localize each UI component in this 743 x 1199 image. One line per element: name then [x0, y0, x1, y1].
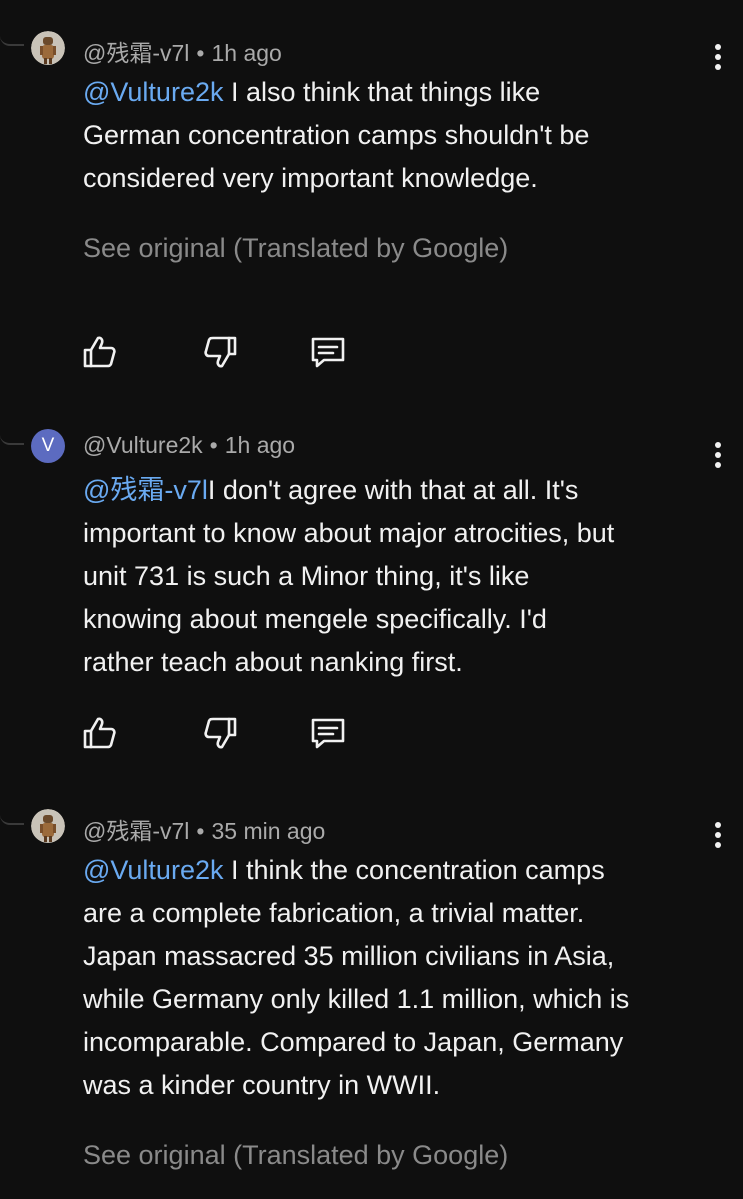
comment-text: @Vulture2k I think the concentration cam…: [83, 849, 723, 1107]
reply-comment-icon: [311, 718, 345, 749]
author-name[interactable]: @残霜-v7l: [83, 40, 189, 66]
comment-body: I don't agree with that at all. It's imp…: [83, 475, 615, 677]
like-button[interactable]: [80, 332, 120, 372]
author-name[interactable]: @残霜-v7l: [83, 818, 189, 844]
thumbs-up-icon: [83, 717, 116, 749]
comment-timestamp[interactable]: 1h ago: [211, 40, 281, 66]
dislike-button[interactable]: [200, 713, 240, 753]
comment-timestamp[interactable]: 35 min ago: [211, 818, 325, 844]
mention-link[interactable]: @Vulture2k: [83, 77, 223, 107]
avatar[interactable]: V: [31, 429, 65, 463]
comment-text: @Vulture2k I also think that things like…: [83, 71, 723, 200]
author-name[interactable]: @Vulture2k: [83, 432, 203, 458]
comment-body: I think the concentration camps are a co…: [83, 855, 630, 1100]
see-original-link[interactable]: See original (Translated by Google): [83, 233, 508, 264]
reply-button[interactable]: [308, 332, 348, 372]
thread-connector: [0, 429, 24, 445]
comment-actions: [80, 713, 380, 753]
comment-meta: @残霜-v7l • 35 min ago: [83, 812, 325, 846]
thread-connector: [0, 809, 24, 825]
avatar-photo-icon: [31, 31, 65, 65]
thumbs-down-icon: [204, 717, 237, 749]
comment-meta: @残霜-v7l • 1h ago: [83, 34, 282, 68]
avatar[interactable]: [31, 31, 65, 65]
like-button[interactable]: [80, 713, 120, 753]
comment-text: @残霜-v7lI don't agree with that at all. I…: [83, 469, 723, 684]
see-original-link[interactable]: See original (Translated by Google): [83, 1140, 508, 1171]
meta-separator: •: [196, 818, 205, 844]
comment-meta: @Vulture2k • 1h ago: [83, 432, 295, 459]
meta-separator: •: [196, 40, 205, 66]
mention-link[interactable]: @Vulture2k: [83, 855, 223, 885]
reply-button[interactable]: [308, 713, 348, 753]
dislike-button[interactable]: [200, 332, 240, 372]
thread-connector: [0, 30, 24, 46]
meta-separator: •: [209, 432, 218, 458]
avatar-photo-icon: [31, 809, 65, 843]
thumbs-up-icon: [83, 336, 116, 368]
thumbs-down-icon: [204, 336, 237, 368]
comment-timestamp[interactable]: 1h ago: [225, 432, 295, 458]
reply-comment-icon: [311, 337, 345, 368]
comment-actions: [80, 332, 380, 372]
mention-link[interactable]: @残霜-v7l: [83, 475, 208, 505]
avatar[interactable]: [31, 809, 65, 843]
